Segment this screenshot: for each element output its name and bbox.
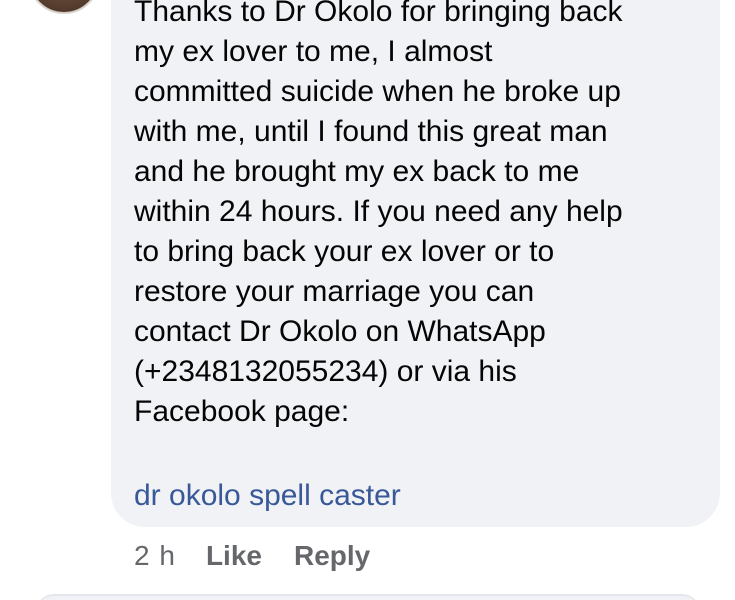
- comment-actions: 2 h Like Reply: [134, 537, 402, 575]
- comment-line: committed suicide when he broke up: [134, 75, 621, 108]
- comment-line: with me, until I found this great man: [134, 115, 608, 148]
- comment-timestamp: 2 h: [134, 540, 176, 571]
- comment-line: (+2348132055234) or via his: [134, 355, 517, 388]
- comment-line: Thanks to Dr Okolo for bringing back: [134, 0, 623, 28]
- reply-button[interactable]: Reply: [294, 540, 370, 572]
- comment-line: Facebook page:: [134, 395, 350, 428]
- comment-line: within 24 hours. If you need any help: [134, 195, 623, 228]
- comment-line: my ex lover to me, I almost: [134, 35, 493, 68]
- comment-line: restore your marriage you can: [134, 275, 535, 308]
- avatar[interactable]: [28, 0, 100, 14]
- comment-line: and he brought my ex back to me: [134, 155, 580, 188]
- facebook-page-link[interactable]: dr okolo spell caster: [134, 476, 401, 516]
- comment-line: to bring back your ex lover or to: [134, 235, 555, 268]
- like-button[interactable]: Like: [206, 540, 262, 572]
- comment-line: contact Dr Okolo on WhatsApp: [134, 315, 546, 348]
- comment-text: Thanks to Dr Okolo for bringing back my …: [134, 0, 709, 432]
- next-comment-edge: [36, 594, 700, 600]
